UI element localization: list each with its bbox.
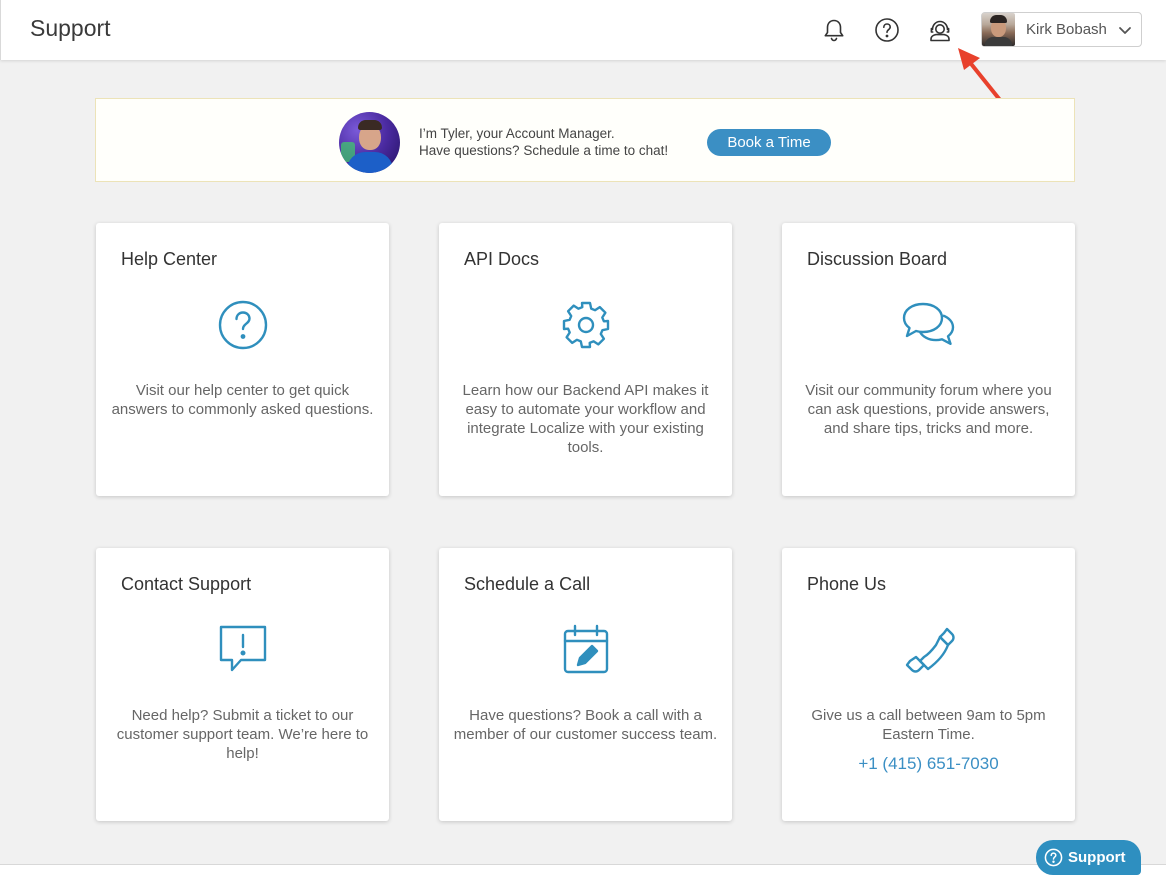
alert-message-icon — [219, 625, 266, 672]
banner-line-2: Have questions? Schedule a time to chat! — [419, 143, 669, 158]
card-title: Contact Support — [121, 574, 252, 594]
gear-icon — [562, 301, 609, 349]
support-widget-button[interactable]: Support — [1036, 840, 1141, 875]
account-manager-banner: I’m Tyler, your Account Manager. Have qu… — [95, 98, 1075, 182]
banner-text: I’m Tyler, your Account Manager. Have qu… — [419, 125, 668, 159]
card-description: Have questions? Book a call with a membe… — [453, 707, 718, 743]
card-description: Learn how our Backend API makes it easy … — [462, 382, 709, 456]
card-contact-support[interactable]: Contact Support Need help? Submit a tick… — [96, 548, 389, 821]
card-title: Phone Us — [807, 574, 887, 594]
card-schedule-a-call[interactable]: Schedule a Call Have questions? Book a c… — [439, 548, 732, 821]
card-help-center[interactable]: Help Center Visit our help center to get… — [96, 223, 389, 496]
banner-line-1: I’m Tyler, your Account Manager. — [419, 126, 615, 141]
card-description: Visit our community forum where you can … — [805, 382, 1052, 437]
question-circle-icon — [218, 300, 267, 350]
chevron-down-icon — [1119, 27, 1131, 34]
help-icon[interactable] — [872, 15, 902, 45]
calendar-edit-icon — [563, 624, 608, 674]
card-title: API Docs — [464, 249, 540, 269]
page-title: Support — [30, 15, 111, 41]
account-manager-photo — [339, 112, 400, 173]
user-name: Kirk Bobash — [1026, 21, 1107, 38]
bell-icon[interactable] — [819, 15, 849, 45]
card-description: Need help? Submit a ticket to our custom… — [116, 707, 369, 762]
card-description: Visit our help center to get quick answe… — [111, 382, 374, 418]
footer-divider — [0, 864, 1166, 877]
book-a-time-button[interactable]: Book a Time — [707, 129, 831, 156]
support-widget-label: Support — [1068, 849, 1126, 866]
phone-number-link[interactable]: +1 (415) 651-7030 — [782, 754, 1075, 774]
card-api-docs[interactable]: API Docs Learn how our Backend API makes… — [439, 223, 732, 496]
phone-icon — [905, 627, 955, 673]
card-title: Schedule a Call — [464, 574, 591, 594]
card-title: Help Center — [121, 249, 218, 269]
card-description: Give us a call between 9am to 5pm Easter… — [811, 707, 1046, 743]
chat-bubbles-icon — [902, 302, 954, 345]
card-phone-us[interactable]: Phone Us Give us a call between 9am to 5… — [782, 548, 1075, 821]
help-circle-icon — [1044, 848, 1063, 867]
card-title: Discussion Board — [807, 249, 948, 269]
card-discussion-board[interactable]: Discussion Board Visit our community for… — [782, 223, 1075, 496]
